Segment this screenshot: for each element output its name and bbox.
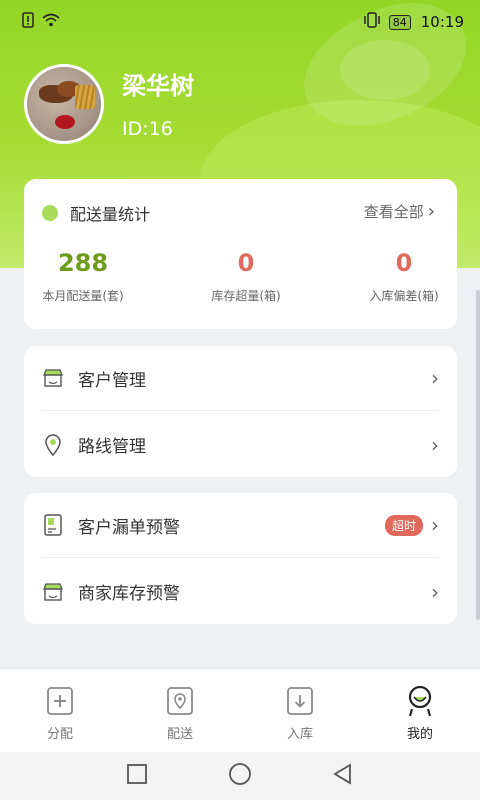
avatar[interactable] — [24, 64, 104, 144]
shop-icon — [42, 581, 64, 603]
alert-sim-icon — [22, 12, 34, 32]
menu-item-route-management[interactable]: 路线管理 › — [42, 412, 439, 477]
chevron-right-icon: › — [427, 201, 435, 222]
stat-label: 库存超量(箱) — [211, 289, 281, 303]
stat-monthly-delivery[interactable]: 288 本月配送量(套) — [11, 249, 155, 304]
shop-icon — [42, 367, 64, 389]
clock: 10:19 — [420, 13, 464, 31]
view-all-label: 查看全部 — [363, 203, 424, 221]
menu-item-label: 商家库存预警 — [78, 584, 180, 604]
status-bar: 84 10:19 — [0, 0, 480, 44]
vibrate-icon — [363, 12, 381, 32]
delivery-stats-card: 配送量统计 查看全部 › 288 本月配送量(套) 0 库存超量(箱) 0 入库… — [24, 179, 457, 329]
document-icon — [42, 514, 64, 536]
user-id: ID:16 — [122, 118, 173, 140]
stat-value: 0 — [237, 249, 255, 277]
profile-mascot-icon — [406, 685, 434, 717]
menu-item-customer-management[interactable]: 客户管理 › — [42, 346, 439, 411]
nav-tab-inbound[interactable]: 入库 — [240, 669, 360, 752]
nav-tab-assign[interactable]: 分配 — [0, 669, 120, 752]
stat-inbound-deviation[interactable]: 0 入库偏差(箱) — [332, 249, 476, 304]
chevron-right-icon: › — [431, 432, 439, 457]
chevron-right-icon: › — [431, 366, 439, 390]
chevron-right-icon: › — [431, 579, 439, 604]
download-doc-icon — [286, 685, 314, 717]
timeout-badge: 超时 — [384, 514, 423, 536]
view-all-link[interactable]: 查看全部 › — [364, 201, 435, 222]
scrollbar[interactable] — [476, 290, 480, 620]
bottom-nav: 分配 配送 入库 我的 — [0, 668, 480, 752]
location-doc-icon — [166, 685, 194, 717]
stat-label: 本月配送量(套) — [42, 289, 124, 303]
menu-group-warnings: 客户漏单预警 超时 › 商家库存预警 › — [24, 493, 457, 624]
home-circle-icon[interactable] — [228, 762, 252, 790]
stat-label: 入库偏差(箱) — [369, 289, 439, 303]
location-pin-icon — [42, 433, 64, 456]
chevron-right-icon: › — [431, 513, 439, 537]
nav-label: 分配 — [46, 727, 73, 742]
stat-stock-overflow[interactable]: 0 库存超量(箱) — [174, 249, 318, 304]
wifi-icon — [42, 13, 60, 31]
menu-item-missed-order-warning[interactable]: 客户漏单预警 超时 › — [42, 493, 439, 558]
stats-title: 配送量统计 — [70, 205, 151, 224]
decorative-blob — [340, 40, 430, 100]
menu-item-label: 路线管理 — [78, 437, 146, 457]
nav-tab-delivery[interactable]: 配送 — [120, 669, 240, 752]
menu-item-label: 客户管理 — [78, 370, 146, 391]
user-name: 梁华树 — [122, 72, 194, 100]
recents-square-icon[interactable] — [126, 763, 148, 789]
menu-item-label: 客户漏单预警 — [78, 517, 180, 538]
stat-value: 0 — [395, 249, 413, 277]
nav-label: 入库 — [286, 727, 313, 742]
nav-label: 我的 — [406, 727, 433, 742]
stat-value: 288 — [57, 249, 109, 277]
nav-tab-mine[interactable]: 我的 — [360, 669, 480, 752]
nav-label: 配送 — [166, 727, 193, 742]
battery-icon: 84 — [388, 14, 411, 30]
system-nav-bar — [0, 752, 480, 800]
back-triangle-icon[interactable] — [332, 763, 354, 789]
plus-square-icon — [46, 685, 74, 717]
menu-item-merchant-stock-warning[interactable]: 商家库存预警 › — [42, 559, 439, 624]
menu-group-management: 客户管理 › 路线管理 › — [24, 346, 457, 477]
status-dot-icon — [42, 205, 58, 221]
